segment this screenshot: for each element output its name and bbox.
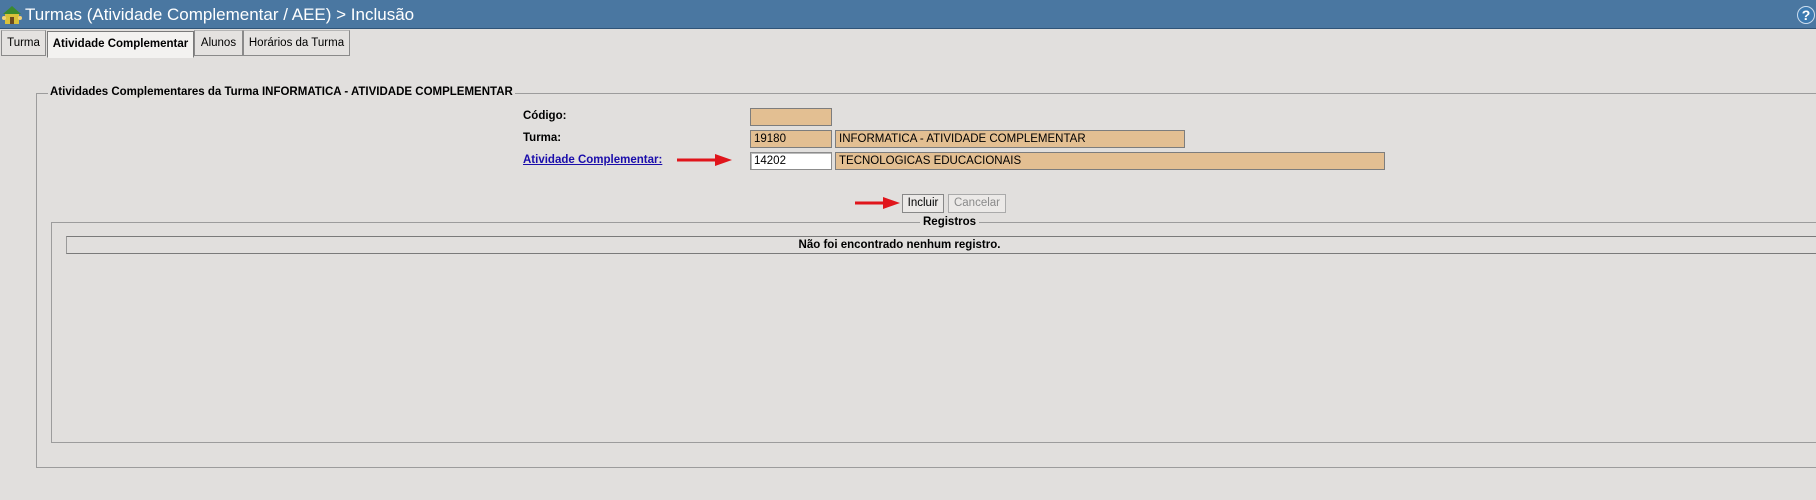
turma-name-field[interactable]: INFORMATICA - ATIVIDADE COMPLEMENTAR	[835, 130, 1185, 148]
fieldset-legend: Atividades Complementares da Turma INFOR…	[48, 86, 515, 98]
tab-alunos[interactable]: Alunos	[194, 30, 243, 56]
codigo-label: Código:	[523, 110, 567, 122]
help-icon[interactable]: ?	[1797, 6, 1815, 24]
red-arrow-icon	[677, 154, 732, 166]
red-arrow-icon	[855, 197, 900, 209]
codigo-field[interactable]	[750, 108, 832, 126]
house-people-icon	[2, 6, 22, 24]
atividade-name-field[interactable]: TECNOLOGICAS EDUCACIONAIS	[835, 152, 1385, 170]
cancelar-button[interactable]: Cancelar	[948, 194, 1006, 213]
turma-code-field[interactable]: 19180	[750, 130, 832, 148]
empty-results-row: Não foi encontrado nenhum registro.	[66, 236, 1816, 254]
turma-label: Turma:	[523, 132, 562, 144]
page-title: Turmas (Atividade Complementar / AEE) > …	[25, 5, 415, 24]
tab-turma[interactable]: Turma	[1, 30, 46, 56]
window-titlebar: Turmas (Atividade Complementar / AEE) > …	[0, 0, 1816, 29]
registros-title: Registros	[920, 216, 980, 228]
registros-panel	[51, 222, 1816, 443]
incluir-button[interactable]: Incluir	[902, 194, 944, 213]
atividade-complementar-link[interactable]: Atividade Complementar:	[523, 154, 662, 166]
tab-atividade-complementar[interactable]: Atividade Complementar	[47, 31, 194, 58]
tab-horarios-da-turma[interactable]: Horários da Turma	[243, 30, 350, 56]
atividade-code-input[interactable]: 14202	[750, 152, 832, 170]
